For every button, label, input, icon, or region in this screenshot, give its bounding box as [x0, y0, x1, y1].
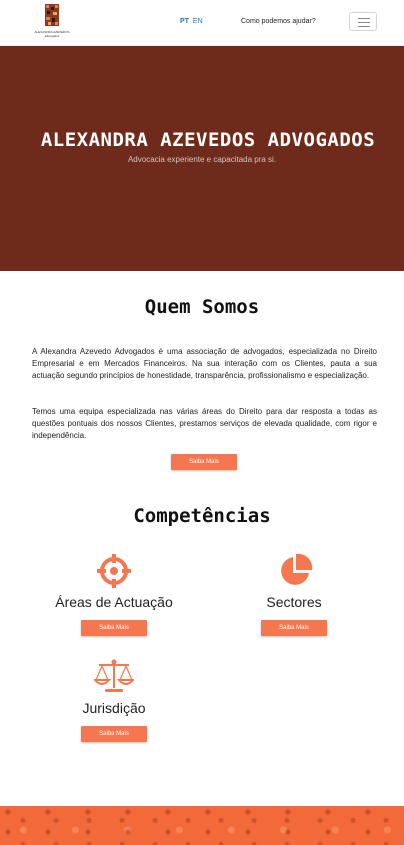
jurisdicao-more-button[interactable]: Saiba Mais [81, 726, 147, 742]
logo-mark-icon: ALEXANDRA AZEVEDOS advogados [34, 4, 70, 38]
lang-pt-link[interactable]: PT [180, 18, 189, 25]
logo[interactable]: ALEXANDRA AZEVEDOS advogados [34, 3, 70, 41]
about-more-button[interactable]: Saiba Mais [171, 454, 237, 470]
menu-toggle-button[interactable] [349, 12, 377, 31]
pie-chart-icon [281, 553, 313, 585]
about-paragraph-1: A Alexandra Azevedo Advogados é uma asso… [32, 347, 377, 380]
help-link[interactable]: Como podemos ajudar? [241, 18, 316, 25]
hero-title: ALEXANDRA AZEVEDOS ADVOGADOS [40, 129, 376, 151]
hero-subtitle: Advocacia experiente e capacitada pra si… [127, 155, 277, 164]
language-switcher: PT EN [180, 18, 203, 25]
competencia-label-sectores: Sectores [266, 594, 322, 610]
decorative-footer-band [0, 806, 404, 845]
scales-icon [94, 659, 134, 692]
competencia-label-jurisdicao: Jurisdição [82, 700, 146, 716]
about-title: Quem Somos [144, 296, 260, 318]
areas-more-button[interactable]: Saiba Mais [81, 620, 147, 636]
hero-banner: ALEXANDRA AZEVEDOS ADVOGADOS Advocacia e… [0, 46, 404, 271]
hamburger-menu-icon [358, 18, 370, 19]
svg-text:advogados: advogados [45, 34, 60, 38]
sectores-more-button[interactable]: Saiba Mais [261, 620, 327, 636]
site-header: ALEXANDRA AZEVEDOS advogados PT EN Como … [0, 0, 404, 46]
crosshair-icon [97, 554, 131, 588]
competencia-label-areas: Áreas de Actuação [55, 594, 173, 610]
competencias-title: Competências [133, 505, 271, 527]
lang-en-link[interactable]: EN [193, 18, 203, 25]
about-paragraph-2: Temos uma equipa especializada nas vária… [32, 407, 377, 440]
